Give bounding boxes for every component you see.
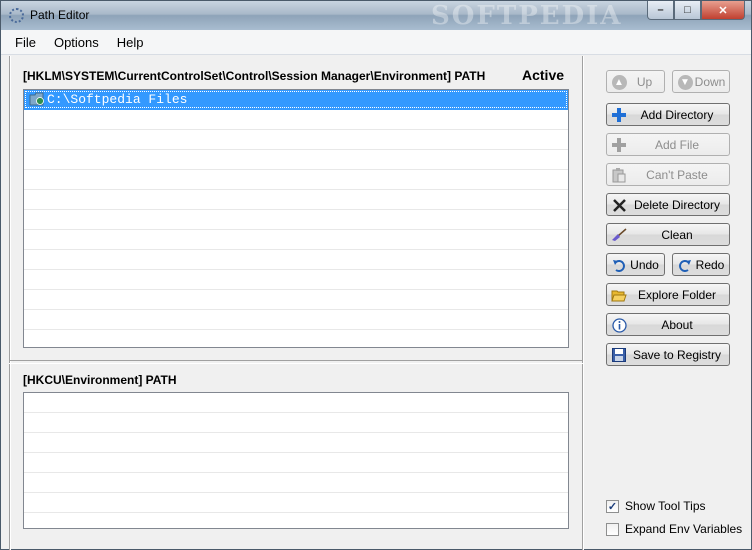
paste-button[interactable]: Can't Paste	[606, 163, 730, 186]
redo-icon	[677, 257, 693, 273]
save-disk-icon	[611, 347, 627, 363]
vertical-splitter[interactable]	[582, 56, 584, 550]
list-item[interactable]	[24, 250, 568, 270]
path-editor-window: Path Editor SOFTPEDIA – □ ✕ File Options…	[0, 0, 752, 550]
menu-options[interactable]: Options	[54, 35, 99, 50]
delete-x-icon	[611, 197, 627, 213]
about-button[interactable]: About	[606, 313, 730, 336]
up-button[interactable]: ▲ Up	[606, 70, 665, 93]
horizontal-splitter[interactable]	[9, 360, 583, 364]
list-item[interactable]	[24, 493, 568, 513]
list-item[interactable]	[24, 130, 568, 150]
list-item[interactable]	[24, 110, 568, 130]
list-item[interactable]	[24, 270, 568, 290]
list-item[interactable]	[24, 393, 568, 413]
menu-bar: File Options Help	[1, 30, 751, 55]
list-item[interactable]	[24, 290, 568, 310]
redo-button[interactable]: Redo	[672, 253, 730, 276]
list-item[interactable]	[24, 473, 568, 493]
menu-file[interactable]: File	[15, 35, 36, 50]
expand-env-variables-label: Expand Env Variables	[625, 522, 743, 536]
info-icon	[611, 317, 627, 333]
left-border	[9, 56, 11, 550]
list-item[interactable]	[24, 513, 568, 528]
list-item[interactable]	[24, 433, 568, 453]
undo-button[interactable]: Undo	[606, 253, 665, 276]
hkcu-path-list[interactable]	[23, 392, 569, 529]
list-item[interactable]	[24, 453, 568, 473]
active-status-label: Active	[522, 67, 565, 83]
list-item[interactable]	[24, 170, 568, 190]
list-item[interactable]	[24, 210, 568, 230]
expand-env-variables-option[interactable]: Expand Env Variables	[606, 522, 742, 536]
list-item[interactable]	[24, 310, 568, 330]
clean-button[interactable]: Clean	[606, 223, 730, 246]
maximize-button[interactable]: □	[674, 1, 701, 20]
down-button[interactable]: ▼ Down	[672, 70, 730, 93]
add-directory-button[interactable]: Add Directory	[606, 103, 730, 126]
undo-icon	[611, 257, 627, 273]
plus-icon	[611, 107, 627, 123]
delete-directory-button[interactable]: Delete Directory	[606, 193, 730, 216]
show-tool-tips-checkbox[interactable]: ✓	[606, 499, 619, 513]
show-tool-tips-option[interactable]: ✓ Show Tool Tips	[606, 499, 706, 513]
plus-icon	[611, 137, 627, 153]
close-button[interactable]: ✕	[701, 1, 745, 20]
explore-folder-button[interactable]: Explore Folder	[606, 283, 730, 306]
list-item[interactable]	[24, 190, 568, 210]
list-item[interactable]	[24, 413, 568, 433]
list-item[interactable]	[24, 230, 568, 250]
show-tool-tips-label: Show Tool Tips	[625, 499, 706, 513]
hkcu-path-header: [HKCU\Environment] PATH	[23, 373, 177, 387]
focus-rectangle	[25, 91, 567, 108]
list-item[interactable]	[24, 330, 568, 347]
minimize-button[interactable]: –	[647, 1, 674, 20]
list-item[interactable]	[24, 150, 568, 170]
title-bar[interactable]: Path Editor SOFTPEDIA – □ ✕	[1, 1, 751, 31]
softpedia-watermark: SOFTPEDIA	[431, 1, 623, 31]
add-file-button[interactable]: Add File	[606, 133, 730, 156]
save-to-registry-button[interactable]: Save to Registry	[606, 343, 730, 366]
clipboard-icon	[611, 167, 627, 183]
open-folder-icon	[611, 287, 627, 303]
arrow-down-icon: ▼	[677, 74, 693, 90]
menu-help[interactable]: Help	[117, 35, 144, 50]
app-icon	[9, 8, 24, 23]
window-title: Path Editor	[30, 8, 90, 22]
broom-icon	[611, 227, 627, 243]
hklm-path-list[interactable]: C:\Softpedia Files	[23, 89, 569, 348]
hklm-path-header: [HKLM\SYSTEM\CurrentControlSet\Control\S…	[23, 69, 486, 83]
arrow-up-icon: ▲	[611, 74, 627, 90]
expand-env-variables-checkbox[interactable]	[606, 522, 619, 536]
list-item[interactable]: C:\Softpedia Files	[24, 90, 568, 110]
